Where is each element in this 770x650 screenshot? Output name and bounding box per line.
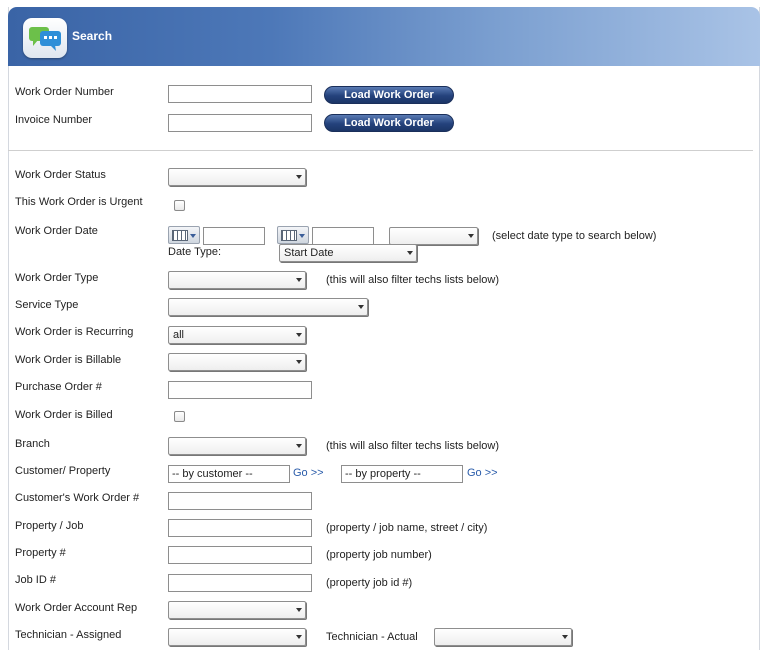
billable-label: Work Order is Billable <box>15 354 122 366</box>
purchase-order-label: Purchase Order # <box>15 381 102 393</box>
property-number-label: Property # <box>15 547 66 559</box>
customer-property-label: Customer/ Property <box>15 465 111 477</box>
chevron-down-icon <box>296 360 302 364</box>
account-rep-select[interactable] <box>168 601 306 619</box>
work-order-date-label: Work Order Date <box>15 225 98 237</box>
property-job-label: Property / Job <box>15 520 84 532</box>
date-to-input[interactable] <box>312 227 374 245</box>
work-order-status-select[interactable] <box>168 168 306 186</box>
branch-note: (this will also filter techs lists below… <box>326 440 499 452</box>
invoice-number-input[interactable] <box>168 114 312 132</box>
urgent-label: This Work Order is Urgent <box>15 196 143 208</box>
customer-wo-input[interactable] <box>168 492 312 510</box>
job-id-input[interactable] <box>168 574 312 592</box>
property-number-input[interactable] <box>168 546 312 564</box>
chevron-down-icon <box>407 251 413 255</box>
search-header: Search <box>8 7 760 66</box>
recurring-value: all <box>173 329 185 341</box>
job-id-label: Job ID # <box>15 574 56 586</box>
load-work-order-button[interactable]: Load Work Order <box>324 86 454 104</box>
chat-bubbles-icon <box>23 18 67 58</box>
by-customer-input[interactable]: -- by customer -- <box>168 465 290 483</box>
chevron-down-icon <box>296 608 302 612</box>
property-number-note: (property job number) <box>326 549 432 561</box>
property-job-input[interactable] <box>168 519 312 537</box>
date-type-label: Date Type: <box>168 246 221 258</box>
date-note: (select date type to search below) <box>492 230 657 242</box>
recurring-label: Work Order is Recurring <box>15 326 134 338</box>
chevron-down-icon <box>468 234 474 238</box>
date-type-select[interactable]: Start Date <box>279 244 417 262</box>
recurring-select[interactable]: all <box>168 326 306 344</box>
tech-actual-label: Technician - Actual <box>326 631 418 643</box>
branch-label: Branch <box>15 438 50 450</box>
chevron-down-icon <box>296 444 302 448</box>
chevron-down-icon <box>296 175 302 179</box>
date-type-value: Start Date <box>284 247 334 259</box>
date-from-input[interactable] <box>203 227 265 245</box>
tech-assigned-select[interactable] <box>168 628 306 646</box>
tech-actual-select[interactable] <box>434 628 572 646</box>
page-title: Search <box>72 29 113 43</box>
service-type-label: Service Type <box>15 299 79 311</box>
by-property-input[interactable]: -- by property -- <box>341 465 463 483</box>
work-order-number-input[interactable] <box>168 85 312 103</box>
account-rep-label: Work Order Account Rep <box>15 602 138 614</box>
work-order-type-note: (this will also filter techs lists below… <box>326 274 499 286</box>
billable-select[interactable] <box>168 353 306 371</box>
customer-wo-label: Customer's Work Order # <box>15 492 140 504</box>
calendar-icon[interactable] <box>277 226 309 244</box>
load-work-order-by-invoice-button[interactable]: Load Work Order <box>324 114 454 132</box>
chevron-down-icon <box>296 635 302 639</box>
urgent-checkbox[interactable] <box>174 200 185 211</box>
branch-select[interactable] <box>168 437 306 455</box>
work-order-type-select[interactable] <box>168 271 306 289</box>
billed-label: Work Order is Billed <box>15 409 113 421</box>
purchase-order-input[interactable] <box>168 381 312 399</box>
calendar-icon[interactable] <box>168 226 200 244</box>
billed-checkbox[interactable] <box>174 411 185 422</box>
customer-go-link[interactable]: Go >> <box>293 467 324 479</box>
work-order-status-label: Work Order Status <box>15 169 106 181</box>
chevron-down-icon <box>358 305 364 309</box>
property-job-note: (property / job name, street / city) <box>326 522 488 534</box>
chevron-down-icon <box>562 635 568 639</box>
work-order-type-label: Work Order Type <box>15 272 99 284</box>
invoice-number-label: Invoice Number <box>15 114 93 126</box>
chevron-down-icon <box>296 278 302 282</box>
job-id-note: (property job id #) <box>326 577 413 589</box>
service-type-select[interactable] <box>168 298 368 316</box>
chevron-down-icon <box>296 333 302 337</box>
work-order-number-label: Work Order Number <box>15 86 114 98</box>
property-go-link[interactable]: Go >> <box>467 467 498 479</box>
section-divider <box>8 150 753 151</box>
date-range-select[interactable] <box>389 227 478 245</box>
tech-assigned-label: Technician - Assigned <box>15 629 122 641</box>
